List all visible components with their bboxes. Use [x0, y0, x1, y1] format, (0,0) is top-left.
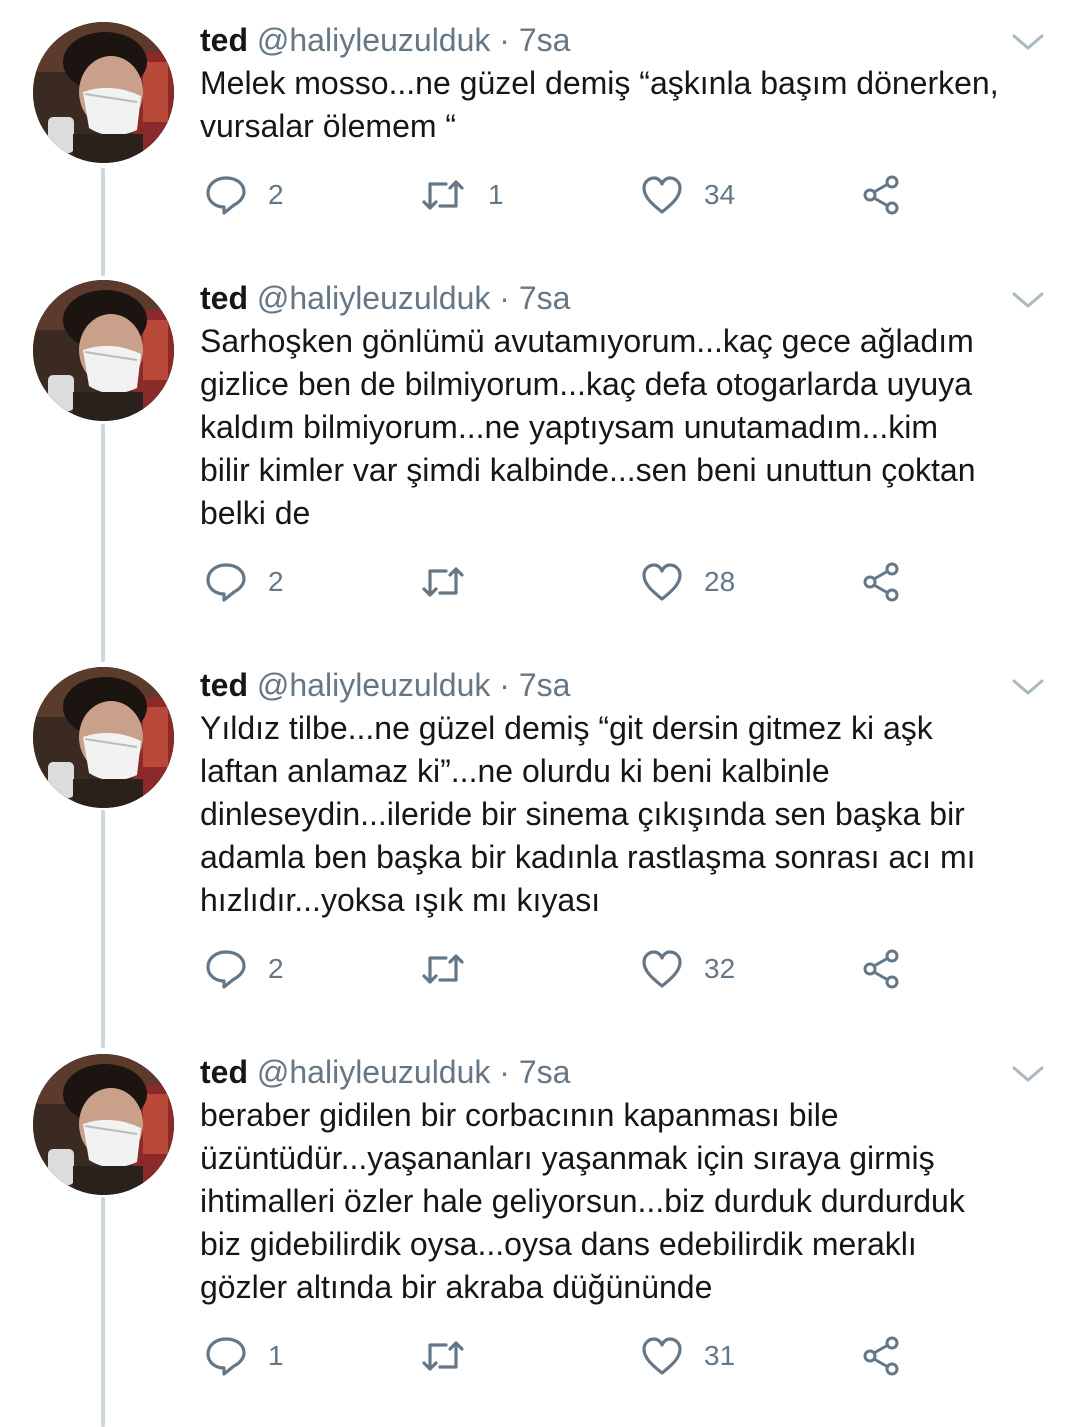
- like-button[interactable]: 32: [640, 944, 735, 994]
- tweet-text: Yıldız tilbe...ne güzel demiş “git dersi…: [200, 710, 976, 918]
- share-icon: [863, 1336, 899, 1376]
- timestamp[interactable]: 7sa: [519, 1054, 571, 1090]
- tweet-header: ted @haliyleuzulduk · 7sa: [200, 20, 570, 60]
- reply-icon: [206, 950, 246, 989]
- reply-count: 2: [268, 179, 284, 210]
- share-icon: [863, 562, 899, 602]
- retweet-button[interactable]: [418, 944, 488, 994]
- like-button[interactable]: 34: [640, 170, 735, 220]
- tweet-header: ted @haliyleuzulduk · 7sa: [200, 278, 570, 318]
- separator: ·: [499, 22, 510, 58]
- tweet-text: Melek mosso...ne güzel demiş “aşkınla ba…: [200, 65, 999, 144]
- reply-icon: [206, 176, 246, 215]
- retweet-button[interactable]: [418, 557, 488, 607]
- chevron-down-icon[interactable]: [1010, 288, 1046, 312]
- chevron-down-icon[interactable]: [1010, 1062, 1046, 1086]
- retweet-icon: [422, 567, 464, 597]
- timestamp[interactable]: 7sa: [519, 280, 571, 316]
- share-button[interactable]: [860, 557, 904, 607]
- avatar[interactable]: [33, 667, 174, 808]
- thread-line-1: [101, 168, 105, 276]
- user-handle[interactable]: @haliyleuzulduk: [257, 22, 491, 58]
- user-name[interactable]: ted: [200, 1054, 248, 1090]
- avatar[interactable]: [33, 280, 174, 421]
- like-count: 32: [704, 953, 736, 984]
- heart-icon: [642, 950, 682, 988]
- reply-button[interactable]: 2: [204, 557, 284, 607]
- user-name[interactable]: ted: [200, 22, 248, 58]
- retweet-icon: [422, 1341, 464, 1371]
- like-button[interactable]: 31: [640, 1331, 735, 1381]
- share-icon: [863, 949, 899, 989]
- reply-icon: [206, 563, 246, 602]
- reply-button[interactable]: 2: [204, 944, 284, 994]
- chevron-down-icon[interactable]: [1010, 30, 1046, 54]
- share-icon: [863, 175, 899, 215]
- user-handle[interactable]: @haliyleuzulduk: [257, 1054, 491, 1090]
- user-name[interactable]: ted: [200, 667, 248, 703]
- thread-line-2: [101, 424, 105, 662]
- reply-count: 2: [268, 566, 284, 597]
- share-button[interactable]: [860, 170, 904, 220]
- timestamp[interactable]: 7sa: [519, 667, 571, 703]
- reply-count: 2: [268, 953, 284, 984]
- heart-icon: [642, 563, 682, 601]
- separator: ·: [499, 667, 510, 703]
- tweet-actions: 1 31: [200, 1331, 920, 1381]
- user-handle[interactable]: @haliyleuzulduk: [257, 280, 491, 316]
- avatar[interactable]: [33, 1054, 174, 1195]
- thread-line-3: [101, 810, 105, 1048]
- tweet-actions: 2 1 34: [200, 170, 920, 220]
- retweet-button[interactable]: [418, 1331, 488, 1381]
- heart-icon: [642, 1337, 682, 1375]
- tweet-header: ted @haliyleuzulduk · 7sa: [200, 665, 570, 705]
- retweet-count: 1: [488, 179, 504, 210]
- retweet-icon: [422, 180, 464, 210]
- tweet-text: Sarhoşken gönlümü avutamıyorum...kaç gec…: [200, 323, 976, 531]
- reply-button[interactable]: 2: [204, 170, 284, 220]
- like-button[interactable]: 28: [640, 557, 735, 607]
- thread-line-4: [101, 1197, 105, 1427]
- avatar[interactable]: [33, 22, 174, 163]
- tweet-actions: 2 28: [200, 557, 920, 607]
- tweet-text: beraber gidilen bir corbacının kapanması…: [200, 1097, 965, 1305]
- separator: ·: [499, 1054, 510, 1090]
- share-button[interactable]: [860, 1331, 904, 1381]
- reply-icon: [206, 1337, 246, 1376]
- like-count: 34: [704, 179, 736, 210]
- user-name[interactable]: ted: [200, 280, 248, 316]
- retweet-button[interactable]: 1: [418, 170, 504, 220]
- like-count: 31: [704, 1340, 736, 1371]
- tweet-actions: 2 32: [200, 944, 920, 994]
- share-button[interactable]: [860, 944, 904, 994]
- like-count: 28: [704, 566, 736, 597]
- separator: ·: [499, 280, 510, 316]
- chevron-down-icon[interactable]: [1010, 675, 1046, 699]
- timestamp[interactable]: 7sa: [519, 22, 571, 58]
- tweet-header: ted @haliyleuzulduk · 7sa: [200, 1052, 570, 1092]
- retweet-icon: [422, 954, 464, 984]
- user-handle[interactable]: @haliyleuzulduk: [257, 667, 491, 703]
- reply-button[interactable]: 1: [204, 1331, 284, 1381]
- reply-count: 1: [268, 1340, 284, 1371]
- heart-icon: [642, 176, 682, 214]
